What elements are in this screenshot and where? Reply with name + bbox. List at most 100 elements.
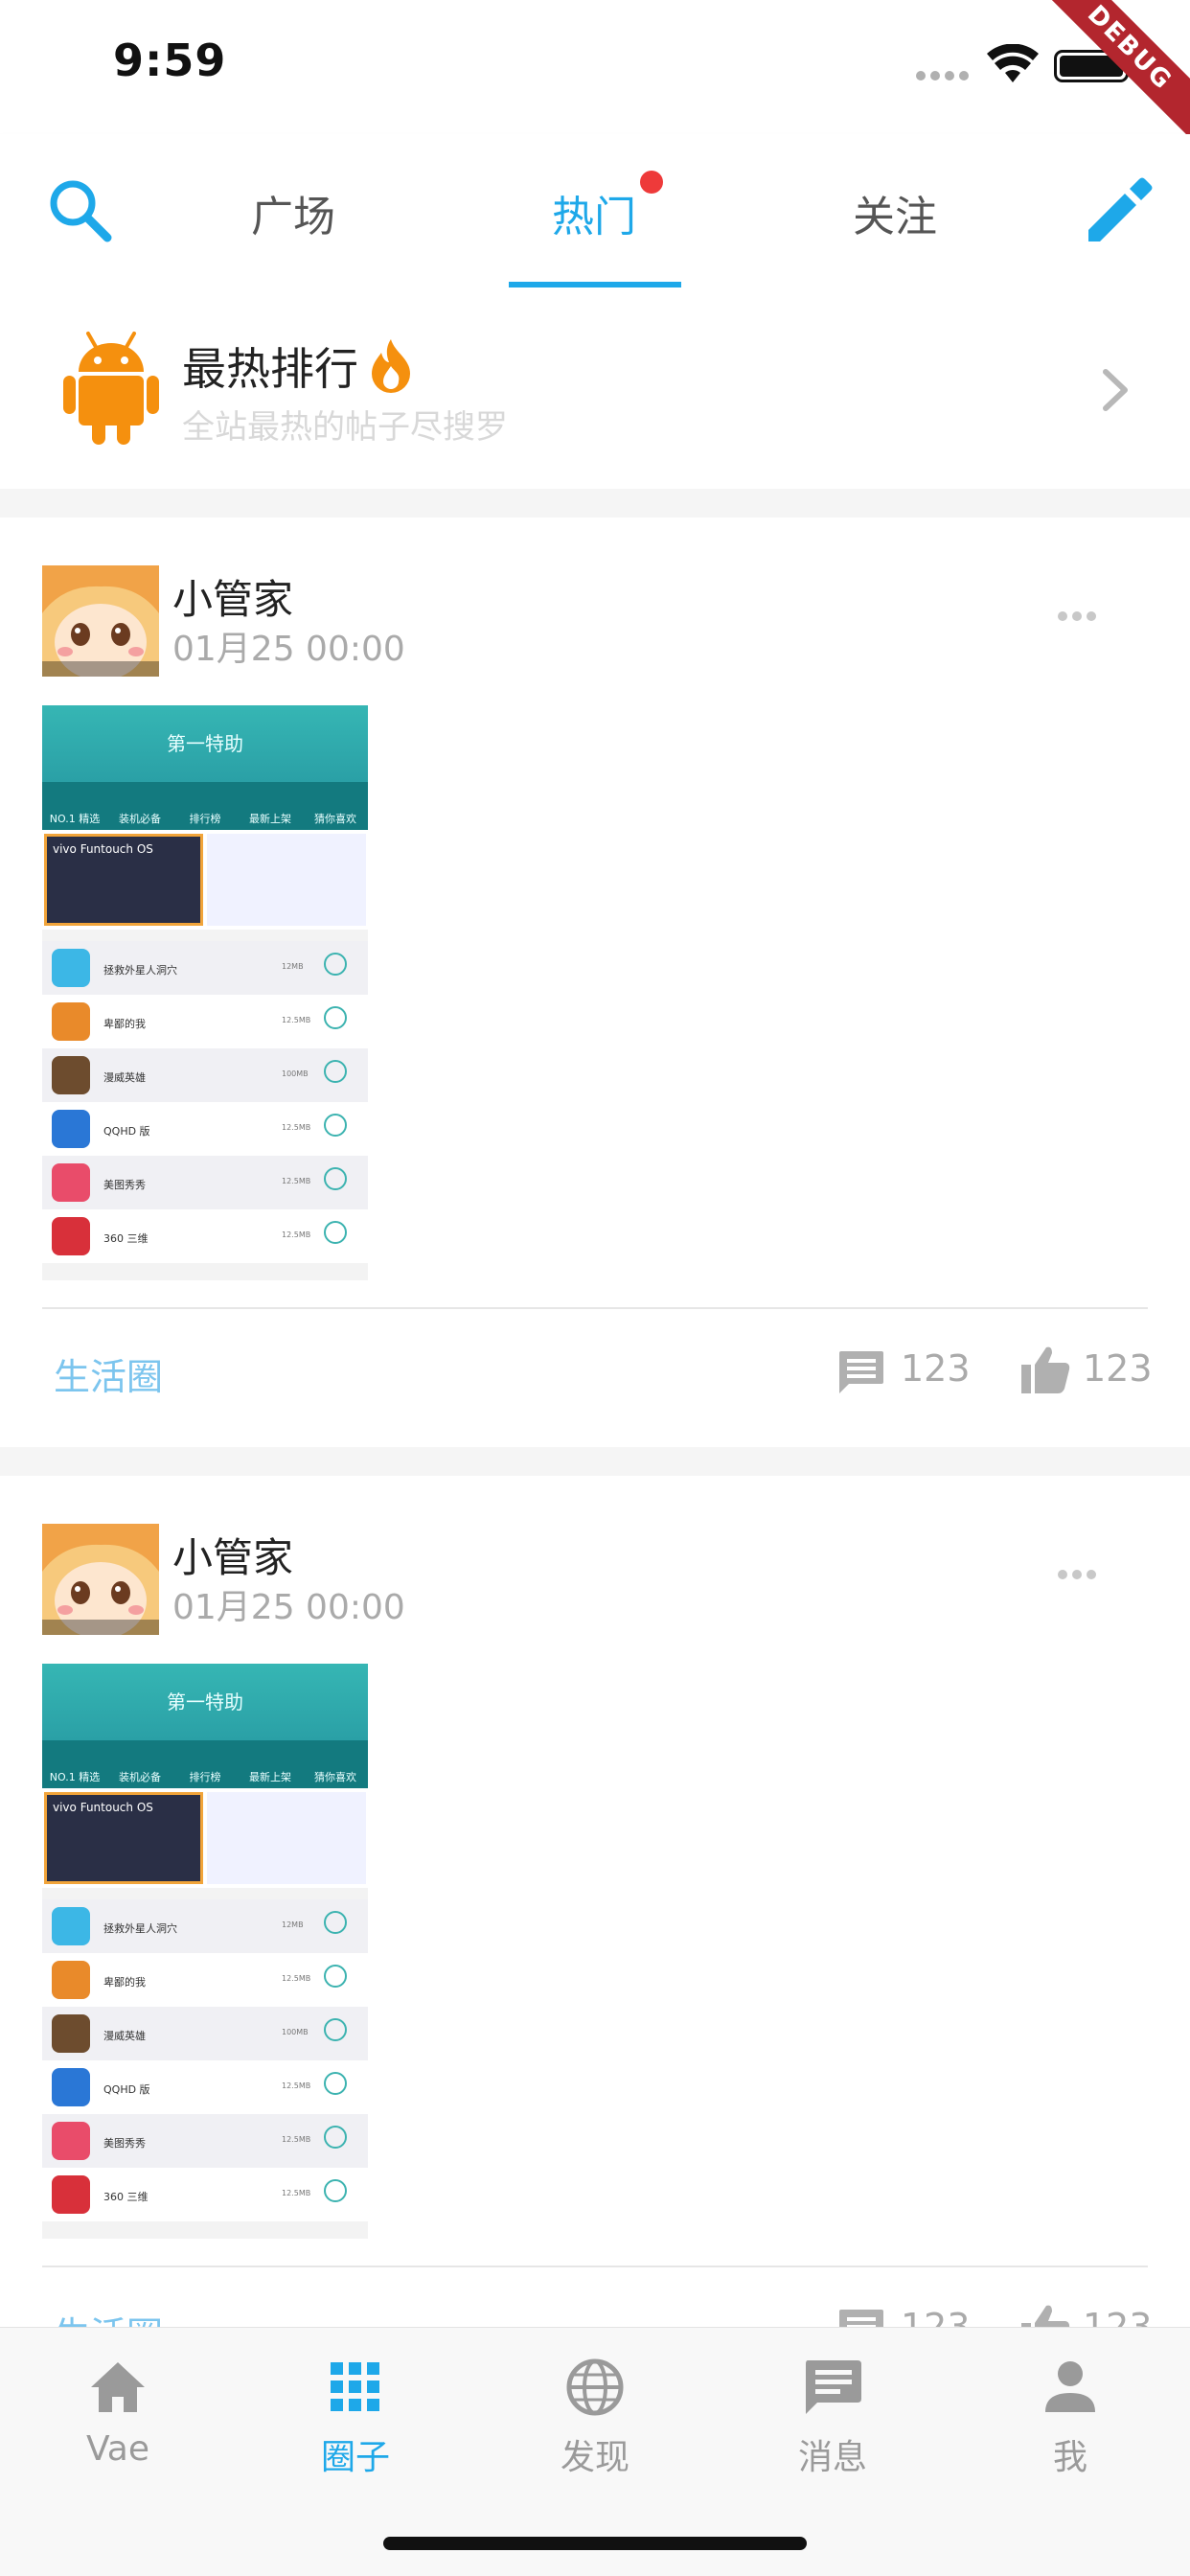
- android-icon: [63, 332, 159, 445]
- app-icon: [52, 1002, 90, 1041]
- app-icon: [52, 1056, 90, 1094]
- comment-icon[interactable]: [837, 1349, 885, 1395]
- image-header: 第一特助: [42, 1664, 368, 1740]
- avatar[interactable]: [42, 1524, 159, 1635]
- like-count: 123: [1083, 1347, 1153, 1390]
- app-icon: [52, 2175, 90, 2214]
- nav-item-vae[interactable]: Vae: [46, 2357, 190, 2491]
- app-name: 漫威英雄: [103, 1071, 146, 1084]
- image-header: 第一特助: [42, 705, 368, 782]
- download-icon: [324, 1167, 347, 1190]
- app-name: 美图秀秀: [103, 1179, 146, 1191]
- image-banner: vivo Funtouch OS: [42, 1788, 368, 1888]
- notification-dot: [640, 171, 663, 194]
- hot-subtitle: 全站最热的帖子尽搜罗: [182, 408, 508, 447]
- image-nav-item: 最新上架: [249, 813, 291, 825]
- app-size: 12.5MB: [282, 1177, 311, 1185]
- nav-item-quanzi[interactable]: 圈子: [284, 2357, 427, 2491]
- globe-icon: [566, 2358, 624, 2416]
- image-list-row: 美图秀秀 12.5MB: [42, 2114, 368, 2168]
- app-icon: [52, 1961, 90, 1999]
- image-banner-right: [207, 1792, 366, 1884]
- search-icon[interactable]: [44, 174, 115, 245]
- image-nav: NO.1 精选 装机必备 排行榜 最新上架 猜你喜欢: [42, 782, 368, 830]
- app-name: QQHD 版: [103, 1125, 150, 1138]
- avatar[interactable]: [42, 565, 159, 677]
- app-size: 12.5MB: [282, 2082, 311, 2090]
- nav-item-xiaoxi[interactable]: 消息: [761, 2357, 904, 2491]
- home-icon: [91, 2362, 145, 2412]
- app-size: 100MB: [282, 2028, 309, 2036]
- image-nav-item: NO.1 精选: [49, 1771, 101, 1783]
- image-nav-item: 最新上架: [249, 1771, 291, 1783]
- image-nav-item: 排行榜: [189, 813, 221, 825]
- nav-label: 消息: [797, 2438, 867, 2477]
- app-name: 卑鄙的我: [103, 1976, 146, 1989]
- nav-item-wo[interactable]: 我: [998, 2357, 1142, 2491]
- app-name: 拯救外星人洞穴: [103, 1922, 177, 1935]
- image-list-row: 360 三维 12.5MB: [42, 1209, 368, 1263]
- app-icon: [52, 1907, 90, 1945]
- comment-count: 123: [901, 1347, 971, 1390]
- more-icon[interactable]: [1058, 611, 1096, 623]
- post-tag[interactable]: 生活圈: [54, 1347, 163, 1400]
- post-card: 小管家 01月25 00:00 第一特助 NO.1 精选 装机必备 排行榜 最新…: [0, 518, 1190, 1447]
- post-divider: [42, 2266, 1148, 2267]
- app-icon: [52, 2122, 90, 2160]
- tab-remen[interactable]: 热门: [508, 182, 680, 259]
- hot-title-row: 最热排行: [182, 337, 416, 395]
- post-author[interactable]: 小管家: [172, 1526, 293, 1584]
- message-icon: [806, 2360, 861, 2414]
- image-nav-item: 猜你喜欢: [314, 1771, 356, 1783]
- app-name: 漫威英雄: [103, 2030, 146, 2042]
- image-list-row: QQHD 版 12.5MB: [42, 1102, 368, 1156]
- wifi-icon: [987, 44, 1039, 82]
- post-divider: [42, 1307, 1148, 1309]
- person-icon: [1045, 2361, 1095, 2412]
- app-icon: [52, 1217, 90, 1255]
- app-icon: [52, 949, 90, 987]
- image-list-row: 卑鄙的我 12.5MB: [42, 1953, 368, 2007]
- top-tab-bar: 广场 热门 关注: [0, 134, 1190, 288]
- app-name: 卑鄙的我: [103, 1018, 146, 1030]
- download-icon: [324, 1006, 347, 1029]
- image-list-row: 拯救外星人洞穴 12MB: [42, 941, 368, 995]
- status-bar: 9:59 DEBUG: [0, 0, 1190, 169]
- image-list-row: 卑鄙的我 12.5MB: [42, 995, 368, 1048]
- app-size: 12MB: [282, 962, 304, 971]
- app-icon: [52, 1110, 90, 1148]
- section-gap: [0, 1447, 1190, 1476]
- image-banner-text: vivo Funtouch OS: [53, 1801, 153, 1814]
- app-icon: [52, 1163, 90, 1202]
- image-title: 第一特助: [167, 732, 243, 755]
- image-list-row: 拯救外星人洞穴 12MB: [42, 1899, 368, 1953]
- post-image[interactable]: 第一特助 NO.1 精选 装机必备 排行榜 最新上架 猜你喜欢 vivo Fun…: [42, 1664, 368, 2239]
- post-time: 01月25 00:00: [172, 630, 405, 669]
- image-banner: vivo Funtouch OS: [42, 830, 368, 930]
- edit-icon[interactable]: [1081, 172, 1157, 249]
- hot-title: 最热排行: [182, 343, 358, 395]
- app-size: 12.5MB: [282, 1123, 311, 1132]
- app-size: 100MB: [282, 1070, 309, 1078]
- download-icon: [324, 2126, 347, 2149]
- nav-item-faxian[interactable]: 发现: [523, 2357, 667, 2491]
- image-banner-left: vivo Funtouch OS: [44, 1792, 203, 1884]
- app-size: 12.5MB: [282, 2189, 311, 2197]
- more-icon[interactable]: [1058, 1570, 1096, 1581]
- fire-icon: [372, 339, 410, 393]
- home-indicator[interactable]: [383, 2537, 807, 2550]
- app-icon: [52, 2014, 90, 2053]
- tab-guangchang[interactable]: 广场: [207, 182, 379, 259]
- post-author[interactable]: 小管家: [172, 567, 293, 626]
- section-gap: [0, 489, 1190, 518]
- nav-label: 圈子: [320, 2438, 390, 2477]
- cellular-signal-icon: [916, 71, 970, 82]
- thumbs-up-icon[interactable]: [1019, 1344, 1071, 1395]
- hot-ranking-entry[interactable]: 最热排行 全站最热的帖子尽搜罗: [0, 288, 1190, 489]
- tab-guanzhu[interactable]: 关注: [809, 182, 981, 259]
- post-image[interactable]: 第一特助 NO.1 精选 装机必备 排行榜 最新上架 猜你喜欢 vivo Fun…: [42, 705, 368, 1280]
- image-nav: NO.1 精选 装机必备 排行榜 最新上架 猜你喜欢: [42, 1740, 368, 1788]
- app-name: 拯救外星人洞穴: [103, 964, 177, 977]
- app-name: 美图秀秀: [103, 2137, 146, 2150]
- image-nav-item: 猜你喜欢: [314, 813, 356, 825]
